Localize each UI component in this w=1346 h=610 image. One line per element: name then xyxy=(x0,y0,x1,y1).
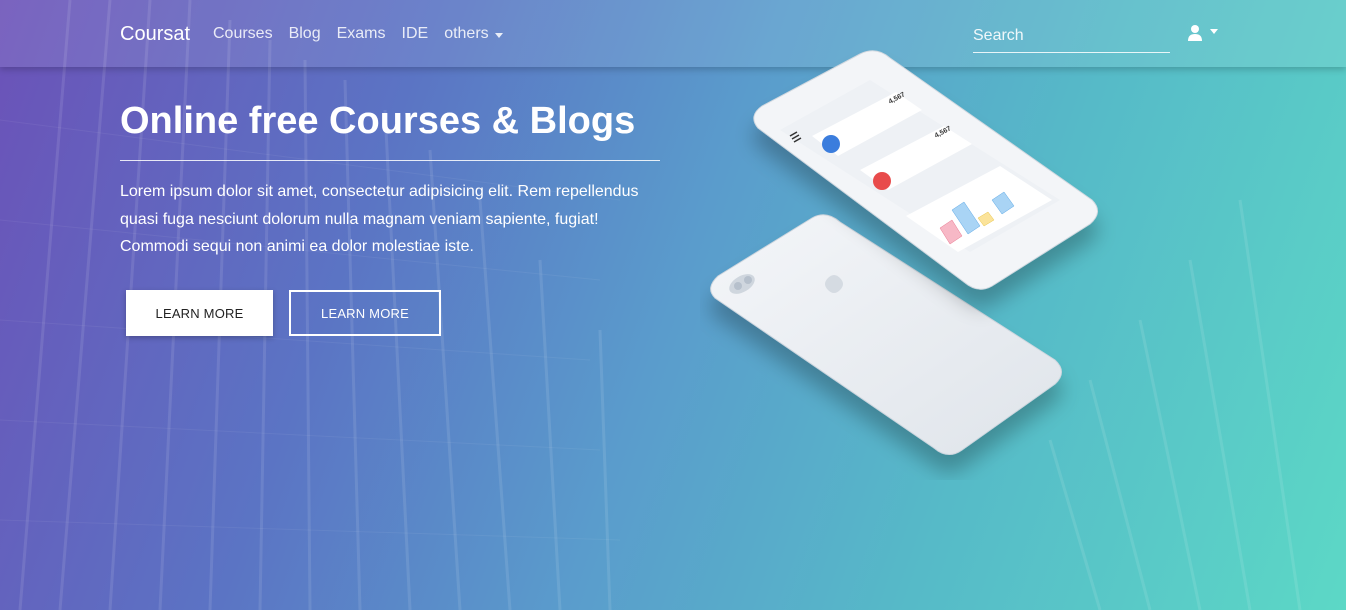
user-dropdown[interactable] xyxy=(1188,25,1218,41)
brand-logo[interactable]: Coursat xyxy=(120,22,190,46)
caret-down-icon xyxy=(1210,28,1218,34)
nav-link-ide[interactable]: IDE xyxy=(402,24,429,44)
title-divider xyxy=(120,160,660,161)
nav-links: Courses Blog Exams IDE others xyxy=(213,24,519,44)
hero-description: Lorem ipsum dolor sit amet, consectetur … xyxy=(120,183,639,255)
hero-title: Online free Courses & Blogs xyxy=(120,100,636,142)
phones-illustration: 4,567 4,567 xyxy=(710,50,1098,455)
navbar: Coursat Courses Blog Exams IDE others xyxy=(0,0,1346,67)
caret-down-icon xyxy=(494,32,503,38)
nav-link-courses[interactable]: Courses xyxy=(213,24,273,44)
nav-link-blog[interactable]: Blog xyxy=(289,24,321,44)
nav-dropdown-others[interactable]: others xyxy=(444,24,503,44)
nav-dropdown-others-label: others xyxy=(444,25,489,42)
hero-section: Coursat Courses Blog Exams IDE others On… xyxy=(0,0,1346,610)
learn-more-button-secondary[interactable]: LEARN MORE xyxy=(289,290,441,336)
user-icon xyxy=(1188,25,1202,41)
learn-more-button-primary[interactable]: LEARN MORE xyxy=(126,290,273,336)
nav-link-exams[interactable]: Exams xyxy=(337,24,386,44)
